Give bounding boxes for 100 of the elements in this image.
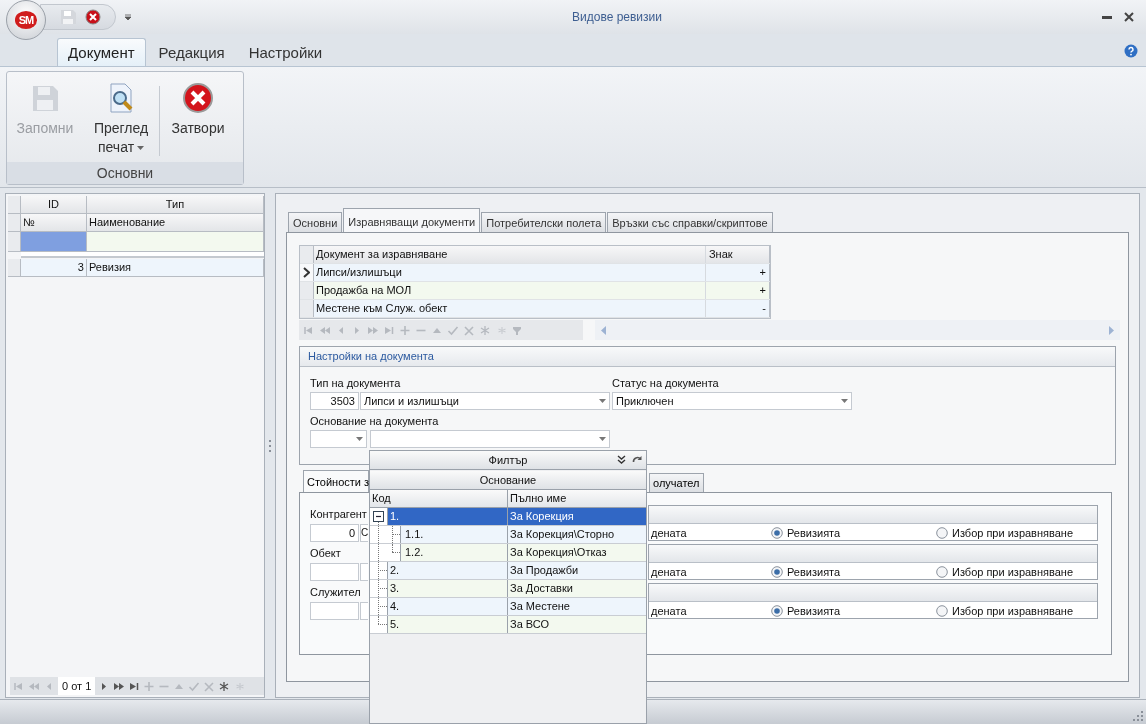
dropdown-arrow-icon[interactable]	[599, 437, 606, 441]
x-icon[interactable]	[463, 324, 475, 336]
close-icon[interactable]	[1124, 12, 1134, 22]
double-left-icon[interactable]	[28, 680, 40, 692]
tree-row[interactable]: 4. За Местене	[370, 598, 646, 616]
row-indicator[interactable]	[300, 264, 314, 281]
type-dropdown[interactable]: Липси и излишъци	[360, 392, 610, 410]
splitter-grip-icon[interactable]	[268, 439, 272, 452]
tab[interactable]: Връзки със справки/скриптове	[607, 212, 773, 232]
field-label: Служител	[310, 585, 361, 599]
table-cell: Местене към Служ. обект	[314, 300, 706, 317]
option-label: Избор при изравняване	[952, 605, 1074, 617]
table-cell: 2.	[387, 562, 507, 579]
close-icon	[182, 82, 214, 114]
collapse-icon[interactable]	[373, 511, 384, 522]
option-label: Избор при изравняване	[952, 527, 1074, 539]
ribbon-tab[interactable]: Редакция	[147, 38, 236, 66]
new-row-cell[interactable]	[86, 232, 264, 252]
popup-title: Филтър	[488, 454, 528, 466]
caret-icon	[137, 145, 145, 151]
tree-row[interactable]: 2. За Продажби	[370, 562, 646, 580]
scroll-left-icon[interactable]	[601, 325, 607, 335]
check-icon[interactable]	[447, 324, 459, 336]
radio-button[interactable]	[936, 566, 948, 578]
dropdown-arrow-icon[interactable]	[599, 399, 606, 403]
tab[interactable]: Потребителски полета	[481, 212, 607, 232]
table-cell: 1.1.	[400, 526, 507, 543]
table-cell: Ревизия	[86, 259, 264, 277]
code-field[interactable]	[310, 563, 359, 581]
column-header[interactable]: ID	[21, 196, 87, 214]
first-icon[interactable]	[303, 324, 315, 336]
table-cell-text: За Местене	[509, 599, 571, 614]
tab[interactable]: Изравняващи документи	[343, 208, 481, 232]
table-cell-text: За Корекция\Отказ	[509, 545, 608, 560]
column-header[interactable]: Знак	[705, 246, 770, 263]
row-indicator	[8, 232, 21, 252]
ribbon-button[interactable]: Преглед печат	[83, 80, 159, 159]
table-cell-text: За Продажби	[509, 563, 580, 578]
column-header[interactable]: Код	[370, 490, 508, 507]
field-label: Контрагент	[310, 507, 367, 521]
ribbon-tab[interactable]: Настройки	[237, 38, 334, 66]
tab[interactable]: Основни	[288, 212, 343, 232]
resize-grip-icon[interactable]	[1133, 711, 1143, 721]
column-header[interactable]: Документ за изравняване	[314, 246, 706, 263]
tree-row[interactable]: 5. За ВСО	[370, 616, 646, 634]
column-header[interactable]: Пълно име	[508, 490, 646, 507]
plus-icon[interactable]	[399, 324, 411, 336]
table-cell: 5.	[387, 616, 507, 633]
tab[interactable]: олучател	[649, 473, 704, 492]
radio-button[interactable]	[936, 527, 948, 539]
option-label: Избор при изравняване	[952, 566, 1074, 578]
save-icon[interactable]	[59, 8, 77, 26]
radio-button[interactable]	[936, 605, 948, 617]
current-row-icon	[303, 267, 310, 278]
tree-row[interactable]: 1.2. За Корекция\Отказ	[370, 544, 646, 562]
radio-button[interactable]	[771, 527, 783, 539]
first-icon[interactable]	[13, 680, 25, 692]
row-indicator	[8, 259, 21, 277]
ribbon-button[interactable]: Затвори	[160, 80, 236, 140]
double-chevron-icon[interactable]	[617, 455, 626, 464]
double-left-icon[interactable]	[319, 324, 331, 336]
asterisk-icon[interactable]	[218, 680, 231, 692]
code-field[interactable]	[310, 602, 359, 620]
option-label: дената	[651, 605, 688, 617]
name-field[interactable]	[360, 602, 368, 620]
refresh-icon[interactable]	[632, 455, 642, 464]
table-cell: +	[705, 282, 770, 299]
tree-row[interactable]: 1. За Корекция	[370, 508, 646, 526]
last-icon[interactable]	[128, 680, 141, 692]
field-label: Тип на документа	[310, 377, 402, 389]
scroll-right-icon[interactable]	[1108, 325, 1114, 335]
horizontal-scrollbar[interactable]	[595, 320, 1120, 340]
tree-row[interactable]: 1.1. За Корекция\Сторно	[370, 526, 646, 544]
double-right-icon[interactable]	[113, 680, 126, 692]
caret-icon[interactable]	[124, 13, 132, 21]
close-icon[interactable]	[85, 9, 101, 25]
column-header[interactable]: Тип	[86, 196, 264, 214]
tree-row[interactable]: 3. За Доставки	[370, 580, 646, 598]
new-row-cell[interactable]	[21, 232, 87, 252]
filter-icon[interactable]	[511, 324, 523, 336]
tab[interactable]: Стойности з	[303, 470, 369, 492]
option-label: дената	[651, 527, 688, 539]
column-header[interactable]: №	[21, 214, 87, 232]
help-icon[interactable]	[1124, 44, 1138, 58]
table-cell: 3.	[387, 580, 507, 597]
column-header[interactable]: Наименование	[86, 214, 264, 232]
status-dropdown[interactable]: Приключен	[612, 392, 852, 410]
dropdown-arrow-icon[interactable]	[841, 399, 848, 403]
radio-button[interactable]	[771, 605, 783, 617]
app-logo[interactable]: SM	[6, 0, 46, 40]
radio-button[interactable]	[771, 566, 783, 578]
name-field[interactable]: С	[360, 524, 368, 542]
dropdown-arrow-icon[interactable]	[356, 437, 363, 441]
code-field[interactable]: 0	[310, 524, 359, 542]
name-field[interactable]	[360, 563, 368, 581]
check-icon[interactable]	[188, 680, 201, 692]
code-field[interactable]: 3503	[310, 392, 359, 410]
table-cell: 3	[21, 259, 87, 277]
table-cell: -	[705, 300, 770, 317]
ribbon-tab[interactable]: Документ	[57, 38, 146, 66]
